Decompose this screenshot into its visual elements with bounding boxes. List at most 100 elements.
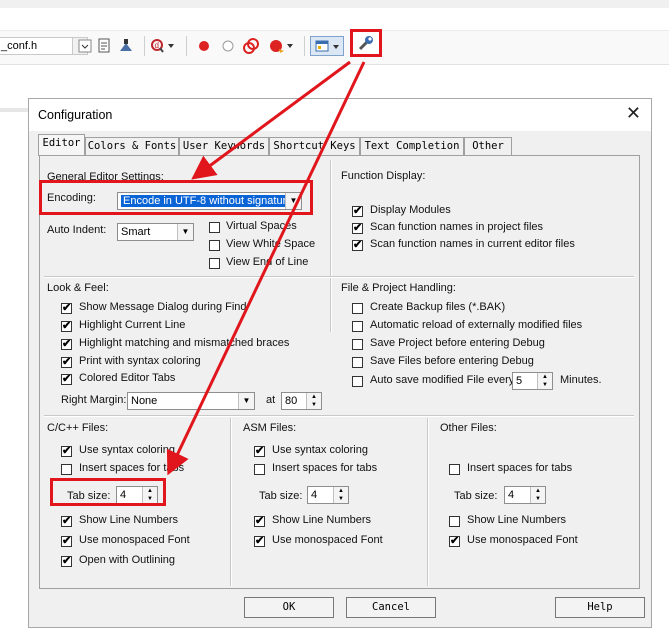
highlight-braces-checkbox[interactable]: ✔ <box>61 339 72 350</box>
view-end-of-line-checkbox[interactable] <box>209 258 220 269</box>
cpp-line-numbers-checkbox[interactable]: ✔ <box>61 516 72 527</box>
tab-size-highlight-box <box>50 478 166 506</box>
tab-other[interactable]: Other <box>464 137 512 155</box>
breakpoint-icon[interactable] <box>195 37 213 55</box>
cpp-insert-spaces-checkbox[interactable] <box>61 464 72 475</box>
highlight-current-line-checkbox[interactable]: ✔ <box>61 321 72 332</box>
dialog-titlebar: Configuration ✕ <box>29 99 651 131</box>
spin-arrows-icon[interactable]: ▲ ▼ <box>537 373 552 389</box>
save-files-debug-checkbox[interactable] <box>352 357 363 368</box>
highlight-current-line-label: Highlight Current Line <box>79 319 186 331</box>
tab-editor[interactable]: Editor <box>38 134 85 156</box>
asm-monospaced-checkbox[interactable]: ✔ <box>254 536 265 547</box>
virtual-spaces-checkbox[interactable] <box>209 222 220 233</box>
auto-reload-checkbox[interactable] <box>352 321 363 332</box>
cpp-files-heading: C/C++ Files: <box>47 422 109 434</box>
configuration-dialog: Configuration ✕ Editor Colors & Fonts Us… <box>28 98 652 628</box>
auto-save-checkbox[interactable] <box>352 376 363 387</box>
colored-editor-tabs-label: Colored Editor Tabs <box>79 372 176 384</box>
configuration-wrench-icon[interactable] <box>350 29 382 57</box>
cpp-syntax-coloring-label: Use syntax coloring <box>79 444 175 456</box>
tab-text-completion[interactable]: Text Completion <box>360 137 464 155</box>
tab-colors-fonts[interactable]: Colors & Fonts <box>85 137 179 155</box>
file-project-heading: File & Project Handling: <box>341 282 456 294</box>
tab-user-keywords[interactable]: User Keywords <box>179 137 269 155</box>
right-margin-select[interactable]: None ▼ <box>127 392 255 410</box>
asm-tab-size-value: 4 <box>311 489 318 501</box>
toolbar-separator <box>304 36 305 56</box>
show-message-dialog-checkbox[interactable]: ✔ <box>61 303 72 314</box>
function-display-heading: Function Display: <box>341 170 426 182</box>
asm-insert-spaces-label: Insert spaces for tabs <box>272 462 378 474</box>
asm-syntax-coloring-checkbox[interactable]: ✔ <box>254 446 265 457</box>
debug-icon[interactable]: d <box>150 37 176 55</box>
auto-reload-label: Automatic reload of externally modified … <box>370 319 583 331</box>
encoding-highlight-box <box>39 180 313 215</box>
spin-arrows-icon[interactable]: ▲ ▼ <box>333 487 348 503</box>
chevron-down-icon[interactable]: ▼ <box>238 393 254 409</box>
create-backup-label: Create Backup files (*.BAK) <box>370 301 506 313</box>
window-top-strip <box>0 0 669 8</box>
right-margin-column-value: 80 <box>285 395 298 407</box>
display-modules-label: Display Modules <box>370 204 451 216</box>
asm-monospaced-label: Use monospaced Font <box>272 534 383 546</box>
save-files-debug-label: Save Files before entering Debug <box>370 355 534 367</box>
cpp-outlining-checkbox[interactable]: ✔ <box>61 556 72 567</box>
file-combo[interactable]: _conf.h <box>0 37 88 55</box>
help-button[interactable]: Help <box>555 597 645 618</box>
document-icon[interactable] <box>95 37 113 55</box>
highlight-braces-label: Highlight matching and mismatched braces <box>79 337 290 349</box>
window-layout-icon[interactable] <box>310 36 344 56</box>
asm-line-numbers-checkbox[interactable]: ✔ <box>254 516 265 527</box>
right-margin-value: None <box>131 395 158 407</box>
scan-editor-files-label: Scan function names in current editor fi… <box>370 238 575 250</box>
kill-breakpoints-icon[interactable] <box>268 37 294 55</box>
right-margin-column-stepper[interactable]: 80 ▲ ▼ <box>281 392 322 410</box>
minutes-label: Minutes. <box>560 374 602 386</box>
other-line-numbers-checkbox[interactable] <box>449 516 460 527</box>
view-white-space-checkbox[interactable] <box>209 240 220 251</box>
cpp-syntax-coloring-checkbox[interactable]: ✔ <box>61 446 72 457</box>
breakpoint-disabled-icon[interactable] <box>219 37 237 55</box>
at-label: at <box>266 394 276 406</box>
divider <box>44 415 634 417</box>
save-project-debug-checkbox[interactable] <box>352 339 363 350</box>
asm-insert-spaces-checkbox[interactable] <box>254 464 265 475</box>
other-monospaced-checkbox[interactable]: ✔ <box>449 536 460 547</box>
close-icon[interactable]: ✕ <box>626 103 641 123</box>
scan-project-files-label: Scan function names in project files <box>370 221 544 233</box>
divider <box>230 418 232 586</box>
create-backup-checkbox[interactable] <box>352 303 363 314</box>
cancel-button[interactable]: Cancel <box>346 597 436 618</box>
divider <box>44 276 634 278</box>
asm-files-heading: ASM Files: <box>243 422 297 434</box>
spin-arrows-icon[interactable]: ▲ ▼ <box>530 487 545 503</box>
asm-tab-size-stepper[interactable]: 4 ▲ ▼ <box>307 486 349 504</box>
auto-indent-select[interactable]: Smart ▼ <box>117 223 194 241</box>
colored-editor-tabs-checkbox[interactable]: ✔ <box>61 374 72 385</box>
file-combo-dropdown-icon[interactable] <box>76 37 94 55</box>
toolbar-separator <box>186 36 187 56</box>
other-tab-size-label: Tab size: <box>454 490 498 502</box>
tab-shortcut-keys[interactable]: Shortcut Keys <box>269 137 360 155</box>
chevron-down-icon[interactable]: ▼ <box>177 224 193 240</box>
print-syntax-coloring-checkbox[interactable]: ✔ <box>61 357 72 368</box>
scan-editor-files-checkbox[interactable]: ✔ <box>352 240 363 251</box>
display-modules-checkbox[interactable]: ✔ <box>352 206 363 217</box>
editor-background-strip <box>0 108 28 112</box>
scan-project-files-checkbox[interactable]: ✔ <box>352 223 363 234</box>
other-monospaced-label: Use monospaced Font <box>467 534 578 546</box>
auto-indent-value: Smart <box>121 226 151 238</box>
build-icon[interactable] <box>117 37 135 55</box>
other-line-numbers-label: Show Line Numbers <box>467 514 567 526</box>
cpp-monospaced-checkbox[interactable]: ✔ <box>61 536 72 547</box>
ok-button[interactable]: OK <box>244 597 334 618</box>
other-insert-spaces-checkbox[interactable] <box>449 464 460 475</box>
auto-save-minutes-stepper[interactable]: 5 ▲ ▼ <box>512 372 553 390</box>
breakpoints-icon[interactable] <box>242 37 260 55</box>
spin-arrows-icon[interactable]: ▲ ▼ <box>306 393 321 409</box>
other-tab-size-stepper[interactable]: 4 ▲ ▼ <box>504 486 546 504</box>
auto-save-label: Auto save modified File every <box>370 374 515 386</box>
right-margin-label: Right Margin: <box>61 394 127 406</box>
virtual-spaces-label: Virtual Spaces <box>226 220 297 232</box>
